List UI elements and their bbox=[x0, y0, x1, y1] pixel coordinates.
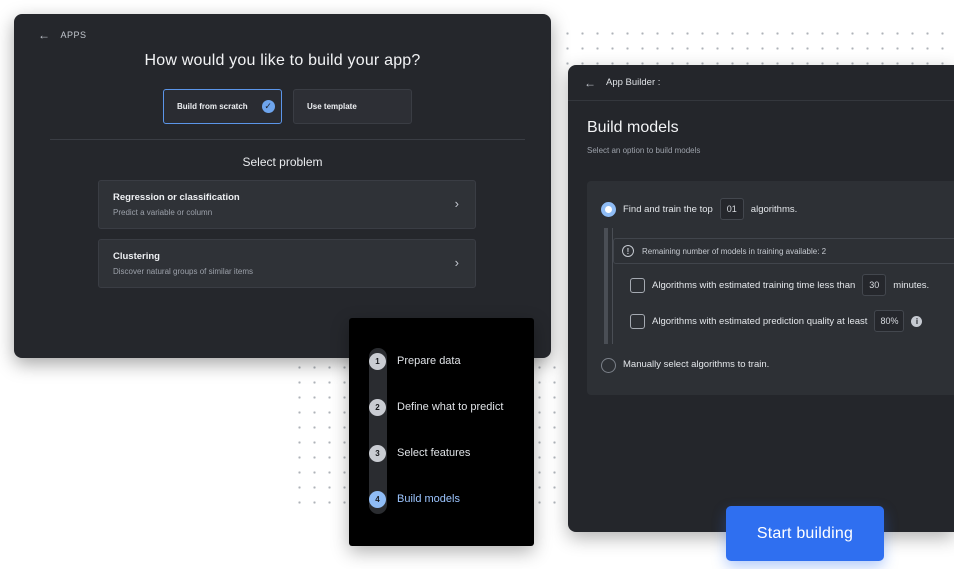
build-options-card: Find and train the top 01 algorithms. ! … bbox=[587, 181, 954, 395]
option-top-prefix: Find and train the top bbox=[623, 203, 713, 215]
back-arrow-icon[interactable]: ← bbox=[584, 77, 596, 89]
problem-title: Regression or classification bbox=[113, 192, 240, 203]
radio-top-algorithms[interactable] bbox=[601, 202, 616, 217]
dot-pattern-top bbox=[560, 26, 954, 66]
indent-bar bbox=[604, 228, 608, 344]
problem-clustering[interactable]: Clustering Discover natural groups of si… bbox=[98, 239, 476, 288]
training-time-input[interactable]: 30 bbox=[862, 274, 887, 296]
filter-time-prefix: Algorithms with estimated training time … bbox=[652, 279, 856, 291]
checkmark-icon: ✓ bbox=[261, 100, 275, 113]
step-build-models[interactable]: 4 Build models bbox=[369, 490, 460, 508]
problem-regression-classification[interactable]: Regression or classification Predict a v… bbox=[98, 180, 476, 229]
choice-label: Use template bbox=[307, 102, 357, 111]
start-building-button[interactable]: Start building bbox=[726, 506, 884, 561]
problem-description: Predict a variable or column bbox=[113, 208, 213, 217]
step-define-what-to-predict[interactable]: 2 Define what to predict bbox=[369, 398, 503, 416]
info-text: Remaining number of models in training a… bbox=[642, 246, 827, 256]
step-label: Select features bbox=[397, 447, 471, 459]
divider bbox=[50, 139, 525, 140]
filter-prediction-quality: Algorithms with estimated prediction qua… bbox=[652, 310, 923, 332]
step-prepare-data[interactable]: 1 Prepare data bbox=[369, 352, 461, 370]
top-count-input[interactable]: 01 bbox=[719, 198, 744, 220]
app-builder-panel: ← App Builder : Build models Select an o… bbox=[568, 65, 954, 532]
filter-time-suffix: minutes. bbox=[893, 279, 930, 291]
problem-description: Discover natural groups of similar items bbox=[113, 267, 254, 276]
choice-label: Build from scratch bbox=[177, 102, 248, 111]
filter-training-time: Algorithms with estimated training time … bbox=[652, 274, 929, 296]
app-builder-header: ← App Builder : bbox=[568, 65, 954, 101]
info-icon: ! bbox=[622, 245, 634, 257]
steps-panel: 1 Prepare data 2 Define what to predict … bbox=[349, 318, 534, 546]
step-label: Prepare data bbox=[397, 355, 461, 367]
step-label: Build models bbox=[397, 493, 460, 505]
option-top-algorithms: Find and train the top 01 algorithms. bbox=[623, 198, 797, 220]
remaining-models-info: ! Remaining number of models in training… bbox=[613, 238, 954, 264]
build-from-scratch-button[interactable]: Build from scratch ✓ bbox=[163, 89, 282, 124]
back-arrow-icon: ← bbox=[38, 28, 51, 42]
option-manual-label: Manually select algorithms to train. bbox=[623, 359, 770, 370]
step-number: 1 bbox=[369, 352, 386, 370]
step-select-features[interactable]: 3 Select features bbox=[369, 444, 470, 462]
training-time-checkbox[interactable] bbox=[630, 278, 645, 293]
problem-title: Clustering bbox=[113, 251, 160, 262]
step-number: 4 bbox=[369, 490, 386, 508]
build-models-title: Build models bbox=[587, 119, 679, 136]
option-top-suffix: algorithms. bbox=[750, 203, 798, 215]
back-to-apps[interactable]: ← APPS bbox=[38, 29, 87, 41]
breadcrumb: App Builder : bbox=[606, 77, 661, 88]
step-number: 2 bbox=[369, 398, 386, 416]
info-icon[interactable]: i bbox=[911, 315, 923, 327]
back-label: APPS bbox=[60, 30, 87, 40]
step-label: Define what to predict bbox=[397, 401, 504, 413]
section-title: Select problem bbox=[242, 155, 323, 169]
filter-quality-prefix: Algorithms with estimated prediction qua… bbox=[652, 315, 868, 327]
chevron-right-icon: › bbox=[454, 255, 459, 270]
radio-manual-select[interactable] bbox=[601, 358, 616, 373]
prediction-quality-checkbox[interactable] bbox=[630, 314, 645, 329]
page-title: How would you like to build your app? bbox=[144, 52, 421, 69]
step-number: 3 bbox=[369, 444, 386, 462]
prediction-quality-input[interactable]: 80% bbox=[874, 310, 905, 332]
option-manual-select: Manually select algorithms to train. bbox=[623, 359, 769, 370]
build-models-subtitle: Select an option to build models bbox=[587, 146, 701, 155]
chevron-right-icon: › bbox=[454, 196, 459, 211]
app-build-panel: ← APPS How would you like to build your … bbox=[14, 14, 551, 358]
use-template-button[interactable]: Use template bbox=[293, 89, 412, 124]
